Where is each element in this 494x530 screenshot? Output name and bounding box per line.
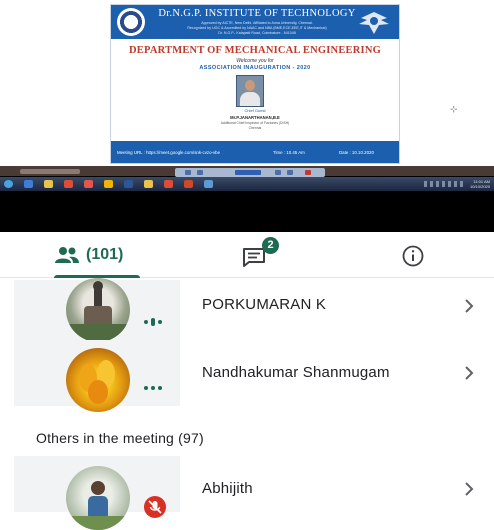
participant-row[interactable]: PORKUMARAN K [14, 278, 494, 342]
guest-role: Chief Guest [244, 108, 266, 113]
mic-off-icon [144, 496, 166, 518]
participant-avatar-area [14, 278, 180, 342]
browser-tab [20, 169, 80, 174]
others-section-title: Others in the meeting (97) [36, 430, 204, 446]
clock-date: 10/10/2020 [469, 184, 490, 189]
tab-chat[interactable]: 2 [230, 232, 290, 278]
slide-header: Dr.N.G.P. INSTITUTE OF TECHNOLOGY Approv… [111, 5, 399, 39]
presentation-slide: Dr.N.G.P. INSTITUTE OF TECHNOLOGY Approv… [110, 4, 400, 164]
meeting-time: Time : 10.45 Am [273, 150, 305, 155]
participant-name: Abhijith [202, 480, 253, 497]
emblem-icon [359, 12, 389, 34]
institution-logo-icon [117, 8, 145, 36]
participant-count: (101) [86, 246, 124, 263]
folder-icon [44, 180, 53, 188]
windows-taskbar: 11:01 AM 10/10/2020 [0, 177, 494, 191]
meeting-date: Date : 10.10.2020 [339, 150, 374, 155]
welcome-text: Welcome you for [236, 58, 274, 64]
event-title: ASSOCIATION INAUGURATION - 2020 [199, 65, 311, 71]
info-icon [402, 245, 424, 267]
participant-info: Abhijith [182, 456, 494, 512]
avatar [66, 466, 130, 530]
avatar [66, 348, 130, 412]
participant-avatar-area [14, 340, 180, 412]
institution-name: Dr.N.G.P. INSTITUTE OF TECHNOLOGY [158, 8, 356, 19]
guest-photo [236, 75, 264, 107]
system-tray [424, 181, 464, 187]
folder-icon [144, 180, 153, 188]
chrome-icon [164, 180, 173, 188]
shared-window: Dr.N.G.P. INSTITUTE OF TECHNOLOGY Approv… [0, 0, 494, 166]
meeting-url: Meeting URL : https://meet.google.com/sn… [117, 150, 221, 155]
institution-line: Dr. N.G.P.- Kalapatti Road, Coimbatore -… [218, 31, 296, 35]
people-icon [55, 247, 79, 263]
sharing-toolbar [175, 168, 325, 177]
chevron-right-icon[interactable] [464, 299, 474, 313]
app-icon [84, 180, 93, 188]
guest-name: Mr.P.JANARTHANAN,B.E [230, 115, 280, 120]
taskbar-clock: 11:01 AM 10/10/2020 [470, 179, 490, 189]
powerpoint-icon [184, 180, 193, 188]
tab-people[interactable]: (101) [30, 232, 150, 278]
participant-info: PORKUMARAN K [182, 280, 494, 340]
shared-screen-view: Dr.N.G.P. INSTITUTE OF TECHNOLOGY Approv… [0, 0, 494, 232]
speaking-indicator-icon [144, 318, 162, 326]
department-title: DEPARTMENT OF MECHANICAL ENGINEERING [129, 45, 381, 56]
participant-name: PORKUMARAN K [202, 296, 327, 313]
avatar [66, 278, 130, 342]
word-icon [124, 180, 133, 188]
chat-unread-badge: 2 [262, 237, 279, 254]
participant-row[interactable]: Nandhakumar Shanmugam [14, 340, 494, 412]
meeting-tab-bar: (101) 2 [0, 232, 494, 278]
chevron-right-icon[interactable] [464, 482, 474, 496]
slide-footer: Meeting URL : https://meet.google.com/sn… [111, 141, 399, 163]
guest-designation: Chennai [248, 126, 262, 130]
ie-icon [24, 180, 33, 188]
participant-row[interactable]: Abhijith [14, 456, 494, 530]
participant-avatar-area [14, 456, 180, 530]
guest-designation: Additional Chief Inspector of Factories … [220, 121, 290, 125]
app-icon [204, 180, 213, 188]
participant-info: Nandhakumar Shanmugam [182, 340, 494, 406]
more-options-icon[interactable] [144, 386, 162, 390]
app-icon [104, 180, 113, 188]
participant-name: Nandhakumar Shanmugam [202, 364, 390, 381]
tab-meeting-info[interactable] [390, 232, 450, 278]
cursor-icon: ⊹ [450, 104, 458, 114]
chevron-right-icon[interactable] [464, 366, 474, 380]
start-icon [4, 180, 13, 188]
media-icon [64, 180, 73, 188]
